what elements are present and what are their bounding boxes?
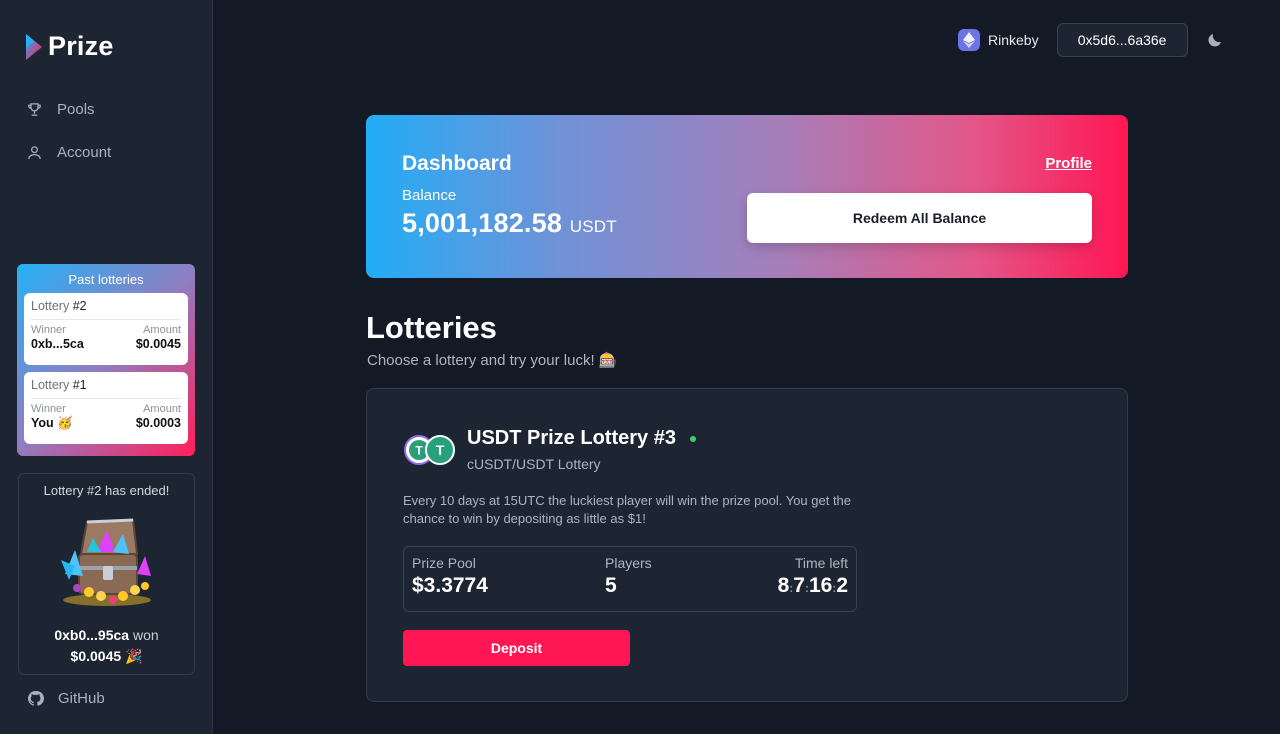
trophy-icon	[28, 103, 41, 116]
lottery-title-text: USDT Prize Lottery #3	[467, 427, 676, 449]
past-lottery-name: Lottery #2	[31, 299, 181, 320]
header-right: Rinkeby 0x5d6...6a36e	[958, 23, 1224, 57]
countdown-seconds: 2	[836, 574, 848, 597]
github-icon	[27, 690, 44, 706]
ethereum-icon	[958, 29, 980, 51]
ended-winner: 0xb0...95ca	[54, 627, 130, 643]
time-left-label: Time left	[794, 555, 848, 571]
countdown-minutes: 16	[808, 574, 833, 597]
ended-won-label: won	[132, 627, 159, 643]
prize-pool-value: $3.3774	[412, 574, 488, 597]
balance-amount: 5,001,182.58	[402, 208, 563, 238]
prize-pool-stat: Prize Pool $3.3774	[412, 555, 488, 598]
lottery-card[interactable]: T T USDT Prize Lottery #3 cUSDT/USDT Lot…	[366, 388, 1128, 702]
sidebar-item-pools[interactable]: Pools	[26, 101, 95, 118]
profile-link[interactable]: Profile	[1045, 155, 1092, 172]
balance-value: 5,001,182.58 USDT	[402, 208, 617, 239]
past-lottery-prefix: Lottery	[31, 299, 70, 313]
winner-label: Winner	[31, 403, 66, 415]
sidebar-item-label: Account	[57, 144, 112, 161]
network-label[interactable]: Rinkeby	[988, 32, 1039, 48]
sidebar-item-account[interactable]: Account	[26, 144, 111, 161]
lottery-stats: Prize Pool $3.3774 Players 5 Time left 8…	[403, 546, 857, 612]
players-stat: Players 5	[605, 555, 652, 598]
redeem-all-button[interactable]: Redeem All Balance	[747, 193, 1092, 243]
party-emoji: 🎉	[125, 648, 143, 664]
past-lottery-number: #2	[72, 299, 87, 313]
amount-label: Amount	[143, 324, 181, 336]
lottery-description: Every 10 days at 15UTC the luckiest play…	[403, 493, 852, 526]
past-lotteries-card: Past lotteries Lottery #2 Winner Amount …	[17, 264, 195, 456]
amount-label: Amount	[143, 403, 181, 415]
wallet-address-button[interactable]: 0x5d6...6a36e	[1056, 23, 1188, 57]
logo[interactable]: Prize	[24, 31, 114, 62]
lotteries-subtitle: Choose a lottery and try your luck! 🎰	[367, 352, 618, 369]
countdown-days: 8	[777, 574, 790, 597]
github-link[interactable]: GitHub	[27, 690, 105, 707]
players-value: 5	[605, 574, 617, 597]
github-label: GitHub	[58, 690, 105, 707]
moon-icon[interactable]	[1206, 31, 1224, 49]
deposit-button[interactable]: Deposit	[403, 630, 630, 666]
status-dot	[689, 435, 696, 442]
lottery-ended-card: Lottery #2 has ended! 0xb0...95ca won $0…	[18, 473, 195, 675]
winner-value: You 🥳	[31, 416, 73, 430]
past-lottery-name: Lottery #1	[31, 378, 181, 399]
svg-text:T: T	[436, 442, 445, 458]
past-lottery-prefix: Lottery	[31, 378, 70, 392]
lottery-title: USDT Prize Lottery #3	[467, 427, 696, 450]
players-label: Players	[605, 555, 652, 571]
prize-pool-label: Prize Pool	[412, 555, 476, 571]
amount-value: $0.0003	[135, 416, 181, 430]
dashboard-title: Dashboard	[402, 152, 512, 175]
lottery-ended-title: Lottery #2 has ended!	[43, 483, 170, 498]
treasure-chest-icon	[61, 518, 151, 606]
time-left-stat: Time left 8:7:16:2	[778, 555, 848, 598]
lottery-ended-summary: 0xb0...95ca won $0.0045 🎉	[19, 625, 194, 667]
past-lottery-item[interactable]: Lottery #1 Winner Amount You 🥳 $0.0003	[24, 372, 188, 444]
token-pair-icon: T T	[404, 435, 455, 465]
past-lottery-item[interactable]: Lottery #2 Winner Amount 0xb...5ca $0.00…	[24, 293, 188, 365]
sidebar: Prize Pools Account Past lotteries Lotte…	[0, 0, 213, 734]
past-lotteries-title: Past lotteries	[68, 272, 144, 287]
time-left-value: 8:7:16:2	[778, 574, 848, 598]
countdown-hours: 7	[793, 574, 805, 597]
past-lottery-number: #1	[72, 378, 87, 392]
ended-amount: $0.0045	[70, 648, 122, 664]
logo-icon	[26, 33, 42, 60]
dashboard-banner: Dashboard Balance 5,001,182.58 USDT Prof…	[366, 115, 1128, 278]
winner-label: Winner	[31, 324, 66, 336]
winner-value: 0xb...5ca	[31, 337, 84, 351]
user-icon	[28, 146, 41, 159]
amount-value: $0.0045	[135, 337, 181, 351]
balance-unit: USDT	[569, 217, 617, 236]
balance-label: Balance	[402, 187, 457, 204]
svg-text:T: T	[415, 444, 423, 458]
app-name: Prize	[48, 31, 114, 61]
sidebar-item-label: Pools	[57, 101, 95, 118]
lotteries-title: Lotteries	[366, 310, 497, 345]
lottery-subtitle: cUSDT/USDT Lottery	[467, 456, 601, 472]
